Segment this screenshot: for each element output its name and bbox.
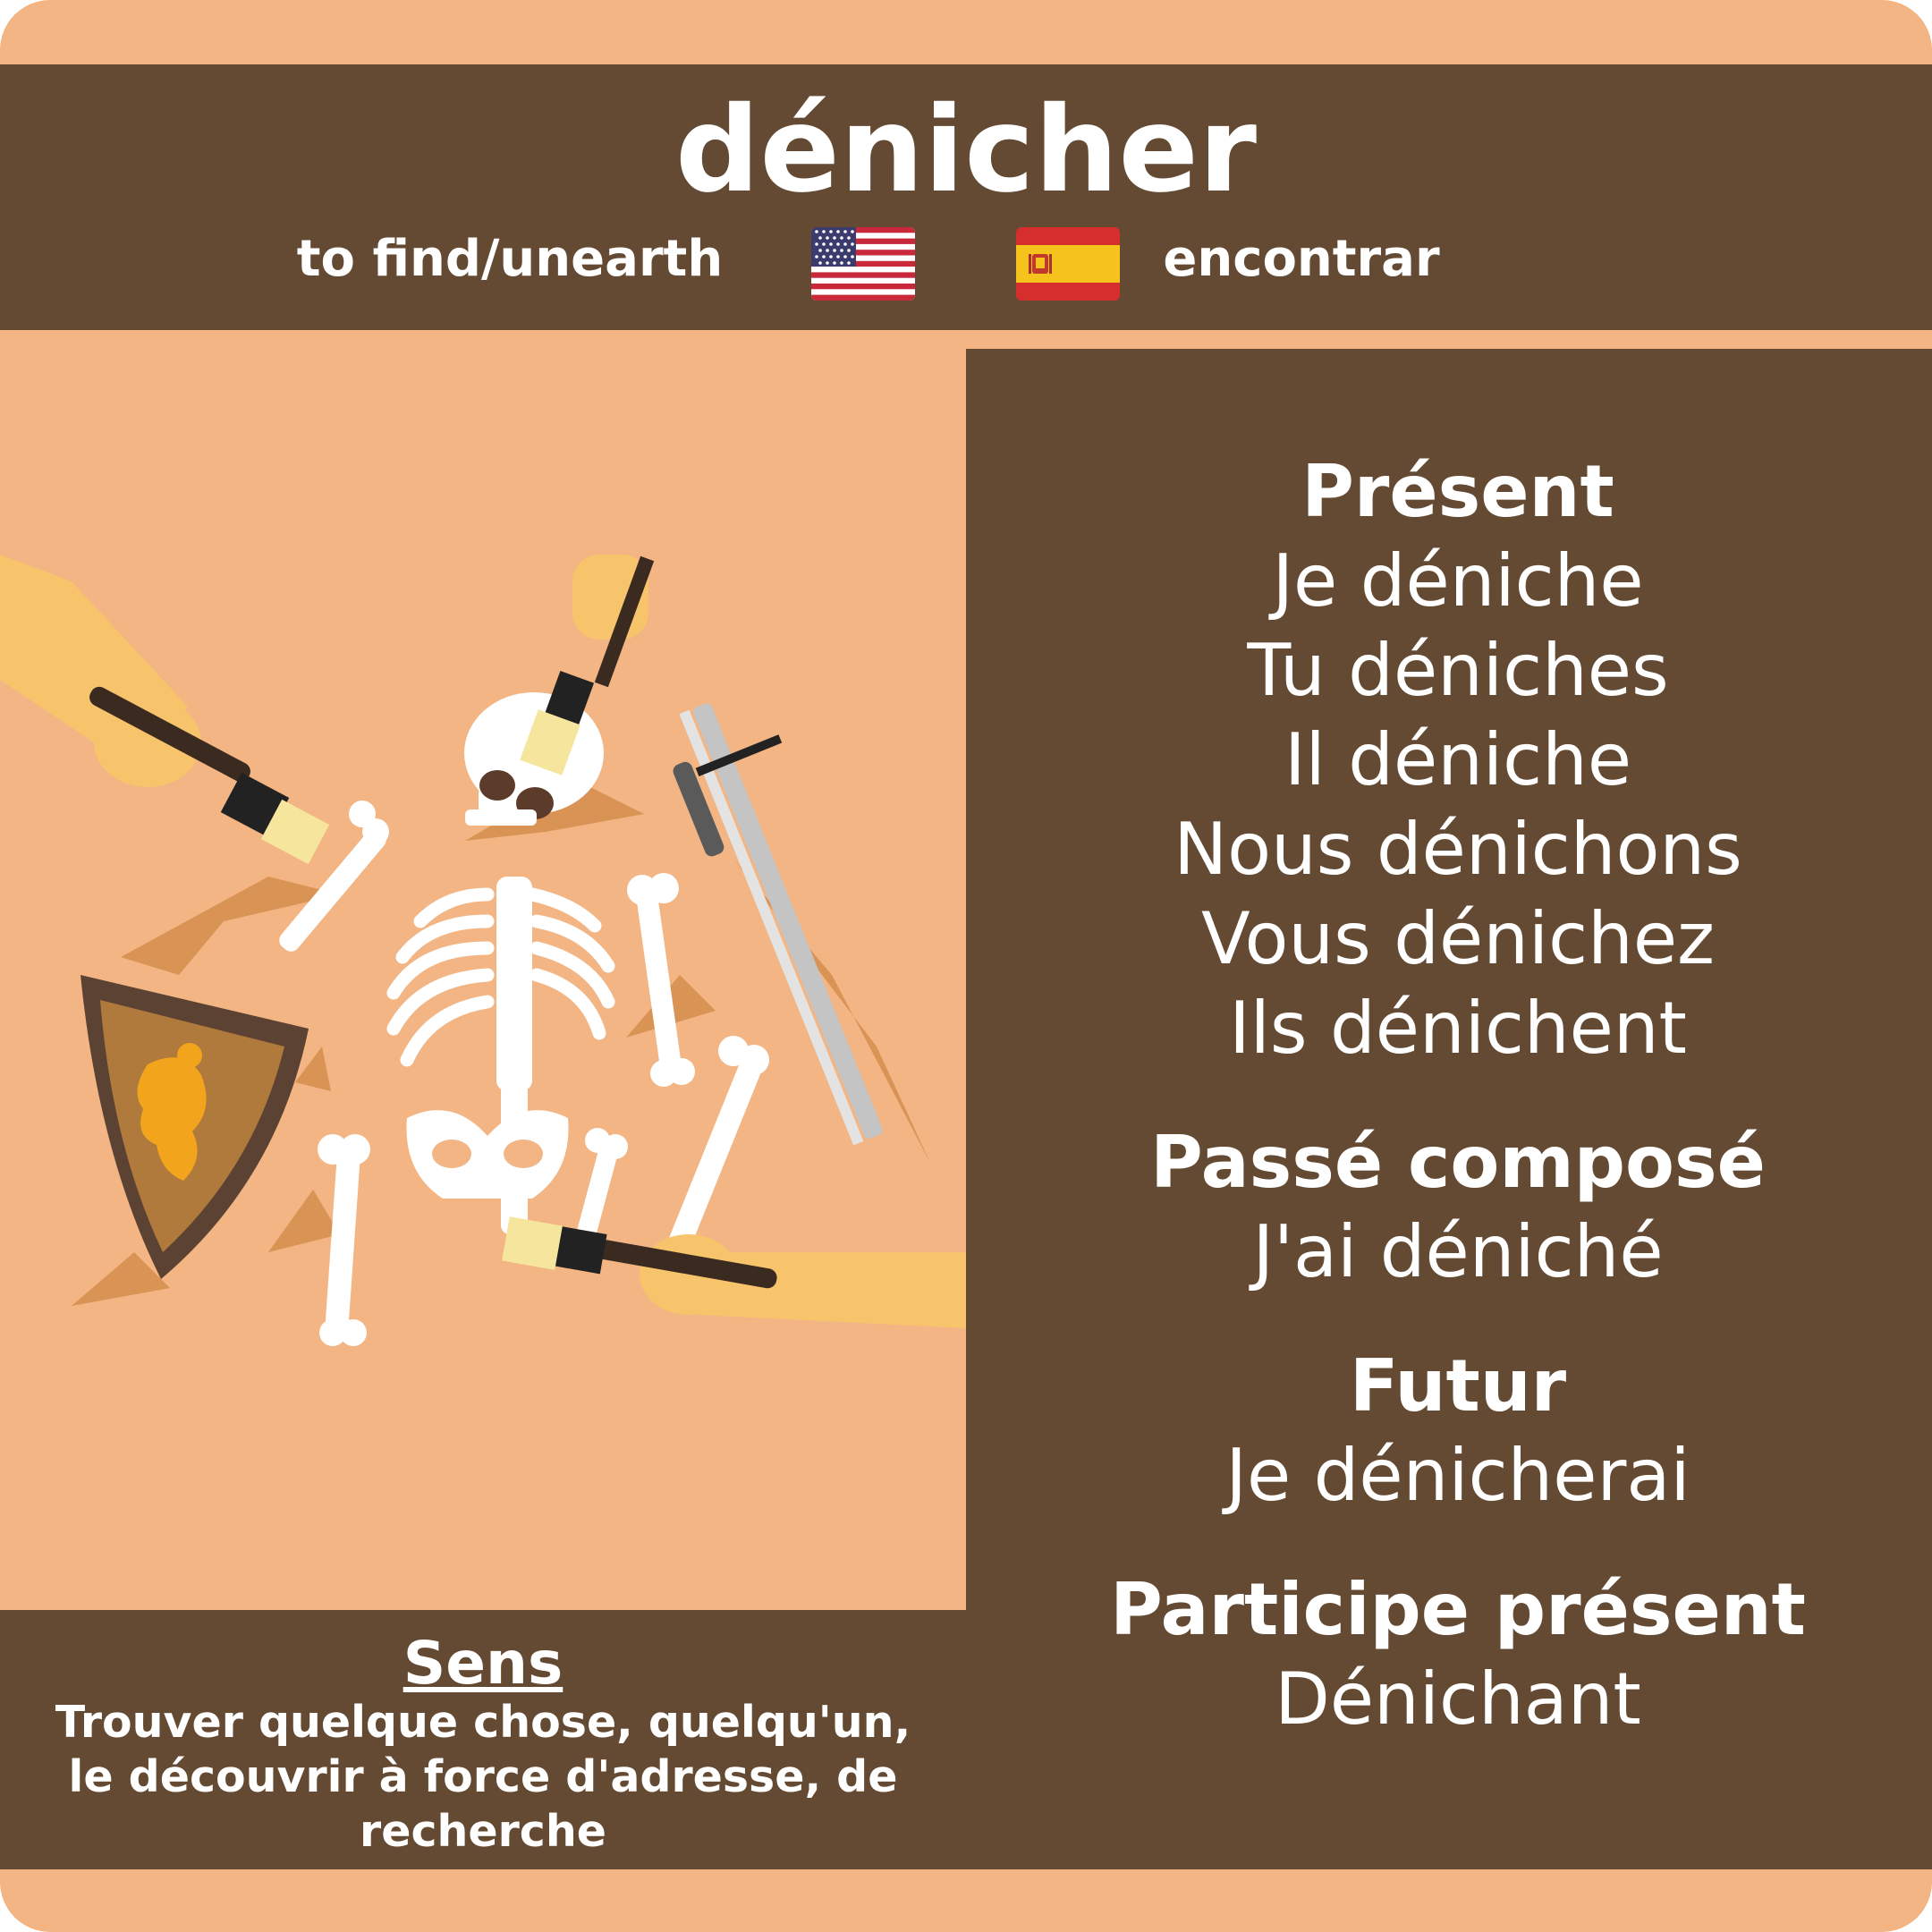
english-translation: to find/unearth <box>296 230 724 288</box>
conjugation-form: Vous dénichez <box>1200 897 1716 980</box>
spanish-translation: encontrar <box>1163 230 1440 288</box>
conjugation-form: J'ai déniché <box>1252 1210 1664 1293</box>
conjugation-form: Nous dénichons <box>1174 808 1742 891</box>
us-flag-icon <box>811 227 915 301</box>
tense-futur-title: Futur <box>1349 1344 1567 1428</box>
tense-passe-compose-title: Passé composé <box>1150 1121 1766 1204</box>
conjugation-form: Je dénicherai <box>1225 1434 1690 1517</box>
conjugation-form: Dénichant <box>1275 1657 1641 1741</box>
meaning-line: Trouver quelque chose, quelqu'un, <box>55 1697 911 1748</box>
verb-title: dénicher <box>674 81 1258 219</box>
conjugation-form: Je déniche <box>1272 539 1644 623</box>
meaning-title: Sens <box>402 1629 564 1698</box>
meaning-line: le découvrir à force d'adresse, de <box>68 1751 898 1802</box>
conjugation-form: Ils dénichent <box>1229 987 1687 1070</box>
tense-present-title: Présent <box>1301 450 1614 533</box>
archaeology-skeleton-dig-illustration <box>0 555 966 1346</box>
tense-participe-present-title: Participe présent <box>1110 1568 1806 1651</box>
conjugation-form: Il déniche <box>1284 718 1632 801</box>
spain-flag-icon <box>1016 227 1120 301</box>
meaning-line: recherche <box>360 1806 606 1857</box>
verb-card: dénicher to find/unearth encontrar Prése… <box>0 0 1932 1932</box>
conjugation-form: Tu déniches <box>1247 629 1669 712</box>
meaning-text: Trouver quelque chose, quelqu'un, le déc… <box>18 1695 948 1859</box>
